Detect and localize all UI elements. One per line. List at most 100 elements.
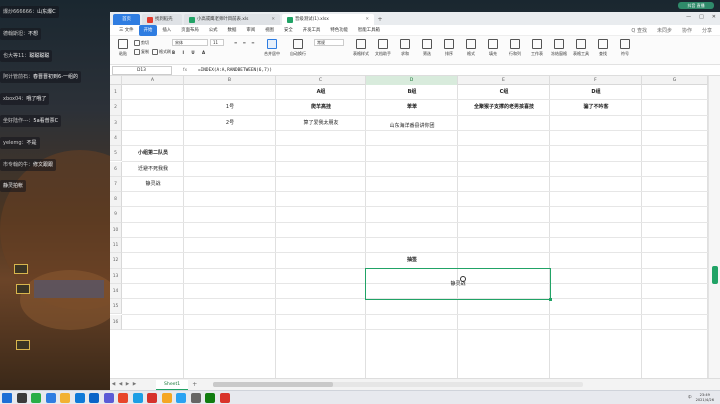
ribbon-tool-6[interactable]: 填充	[484, 39, 502, 57]
tab-daoke[interactable]: 找到稻壳	[142, 14, 182, 25]
menu-right-item-0[interactable]: 未同步	[657, 27, 672, 34]
scroll-thumb[interactable]	[712, 266, 718, 284]
taskbar-music-icon[interactable]	[118, 392, 128, 403]
taskbar-start-icon[interactable]	[2, 392, 12, 403]
menu-right-item-1[interactable]: 协作	[682, 27, 692, 34]
last-sheet-button[interactable]: ▶	[131, 382, 138, 387]
ribbon-tool-11[interactable]: 查找	[594, 39, 612, 57]
column-header-A[interactable]: A	[122, 76, 184, 85]
font-size-select[interactable]: 11	[210, 39, 224, 46]
horizontal-scrollbar[interactable]	[213, 382, 584, 387]
ribbon-tool-5[interactable]: 格式	[462, 39, 480, 57]
vertical-scrollbar[interactable]	[708, 76, 720, 378]
cell-C2[interactable]: 爬羊高挂	[276, 100, 366, 115]
format-painter-button[interactable]: 格式刷	[152, 49, 171, 55]
taskbar-edge-icon[interactable]	[74, 392, 85, 403]
cell-F2[interactable]: 骗了不吟客	[550, 100, 642, 115]
close-icon[interactable]: ✕	[365, 14, 369, 25]
next-sheet-button[interactable]: ▶	[124, 382, 131, 387]
sheet-tab-sheet1[interactable]: Sheet1	[156, 379, 189, 390]
cut-button[interactable]: 剪切	[134, 40, 149, 46]
tab-home[interactable]: 首页	[113, 14, 140, 25]
taskbar-wechat-icon[interactable]	[31, 392, 41, 403]
taskbar-files-icon[interactable]	[161, 392, 172, 403]
minimize-button[interactable]: —	[686, 14, 691, 20]
formula-input[interactable]: =INDEX(A:A,RANDBETWEEN(6,7))	[198, 68, 272, 73]
select-all-corner[interactable]	[110, 76, 122, 85]
align-buttons[interactable]: ≡ ≡ ≡	[234, 40, 257, 45]
ribbon-tool-3[interactable]: 筛选	[418, 39, 436, 57]
row-header-2[interactable]: 2	[110, 100, 122, 116]
taskbar-search-icon[interactable]	[16, 392, 27, 403]
row-header-12[interactable]: 12	[110, 253, 122, 269]
row-header-13[interactable]: 13	[110, 268, 122, 284]
cell-D2[interactable]: 苯苯	[366, 100, 458, 115]
wrap-text-button[interactable]: 自动换行	[286, 39, 310, 57]
cell-A7[interactable]: 静灵战	[122, 177, 184, 192]
column-header-E[interactable]: E	[458, 76, 550, 85]
row-header-4[interactable]: 4	[110, 130, 122, 147]
close-icon[interactable]: ✕	[271, 14, 275, 25]
taskbar-store-icon[interactable]	[103, 392, 114, 403]
column-header-D[interactable]: D	[366, 76, 458, 85]
taskbar-xbox-icon[interactable]	[205, 392, 215, 403]
cell-B2[interactable]: 1号	[184, 100, 276, 115]
row-header-15[interactable]: 15	[110, 299, 122, 315]
menu-item-3[interactable]: 页面布局	[176, 25, 204, 36]
paste-button[interactable]: 粘贴	[114, 39, 132, 57]
menu-item-1[interactable]: 开始	[138, 24, 158, 36]
menu-item-0[interactable]: 三 文件	[114, 25, 139, 36]
row-header-11[interactable]: 11	[110, 238, 122, 254]
number-format-select[interactable]: 常规	[314, 39, 344, 46]
clock[interactable]: 23:49 2021/4/26	[696, 393, 714, 402]
row-header-9[interactable]: 9	[110, 207, 122, 223]
hscroll-thumb[interactable]	[213, 382, 334, 387]
row-header-6[interactable]: 6	[110, 161, 122, 177]
cell-B3[interactable]: 2号	[184, 116, 276, 131]
column-header-B[interactable]: B	[184, 76, 276, 85]
row-header-14[interactable]: 14	[110, 283, 122, 300]
menu-item-8[interactable]: 安全	[279, 25, 298, 36]
ime-indicator[interactable]: 中	[688, 395, 692, 400]
taskbar-settings-icon[interactable]	[190, 392, 201, 403]
taskbar-folder-icon[interactable]	[60, 392, 70, 403]
name-box[interactable]: D13	[112, 65, 172, 75]
row-header-8[interactable]: 8	[110, 192, 122, 208]
cell-A6[interactable]: 迁避不死我我	[122, 162, 184, 177]
add-sheet-button[interactable]: +	[192, 381, 197, 388]
menu-right-item-2[interactable]: 分享	[702, 27, 712, 34]
row-header-1[interactable]: 1	[110, 85, 122, 101]
menu-item-10[interactable]: 特色功能	[325, 25, 353, 36]
ribbon-tool-0[interactable]: 表格样式	[352, 39, 370, 57]
taskbar-wps-icon[interactable]	[147, 392, 157, 403]
menu-item-7[interactable]: 视图	[260, 25, 279, 36]
ribbon-tool-9[interactable]: 冻结窗格	[550, 39, 568, 57]
spreadsheet-grid[interactable]: ABCDEFG 1 2 3 4 5 6 7 8 9 10 11 12 13 14 15 16 A组 B组 C组 D组 1…	[110, 76, 708, 378]
cell-C1[interactable]: A组	[276, 85, 366, 100]
menu-item-5[interactable]: 数据	[223, 25, 242, 36]
copy-button[interactable]: 复制	[134, 49, 149, 55]
menu-item-11[interactable]: 智能工具箱	[353, 25, 385, 36]
close-window-button[interactable]: ✕	[712, 14, 716, 20]
merge-center-button[interactable]: 合并居中	[260, 39, 284, 57]
row-header-5[interactable]: 5	[110, 146, 122, 162]
ribbon-tool-12[interactable]: 符号	[616, 39, 634, 57]
prev-sheet-button[interactable]: ◀	[117, 382, 124, 387]
menu-item-6[interactable]: 审阅	[241, 25, 260, 36]
fill-handle[interactable]	[549, 298, 552, 302]
menu-item-9[interactable]: 开发工具	[298, 25, 326, 36]
menu-item-2[interactable]: 插入	[157, 25, 176, 36]
first-sheet-button[interactable]: ◀	[110, 382, 117, 387]
column-header-G[interactable]: G	[642, 76, 708, 85]
cell-C3[interactable]: 算了爱我太朋友	[276, 116, 366, 131]
row-header-3[interactable]: 3	[110, 115, 122, 131]
fx-icon[interactable]: fx	[172, 68, 198, 73]
taskbar-netease-icon[interactable]	[219, 392, 230, 403]
row-header-16[interactable]: 16	[110, 314, 122, 330]
ribbon-tool-4[interactable]: 排序	[440, 39, 458, 57]
cell-D3[interactable]: 山东海洋番县讲你团	[366, 119, 458, 134]
ribbon-tool-10[interactable]: 表格工具	[572, 39, 590, 57]
new-tab-button[interactable]: +	[376, 14, 384, 25]
ribbon-tool-8[interactable]: 工作表	[528, 39, 546, 57]
font-style-buttons[interactable]: B I U A	[172, 50, 208, 55]
